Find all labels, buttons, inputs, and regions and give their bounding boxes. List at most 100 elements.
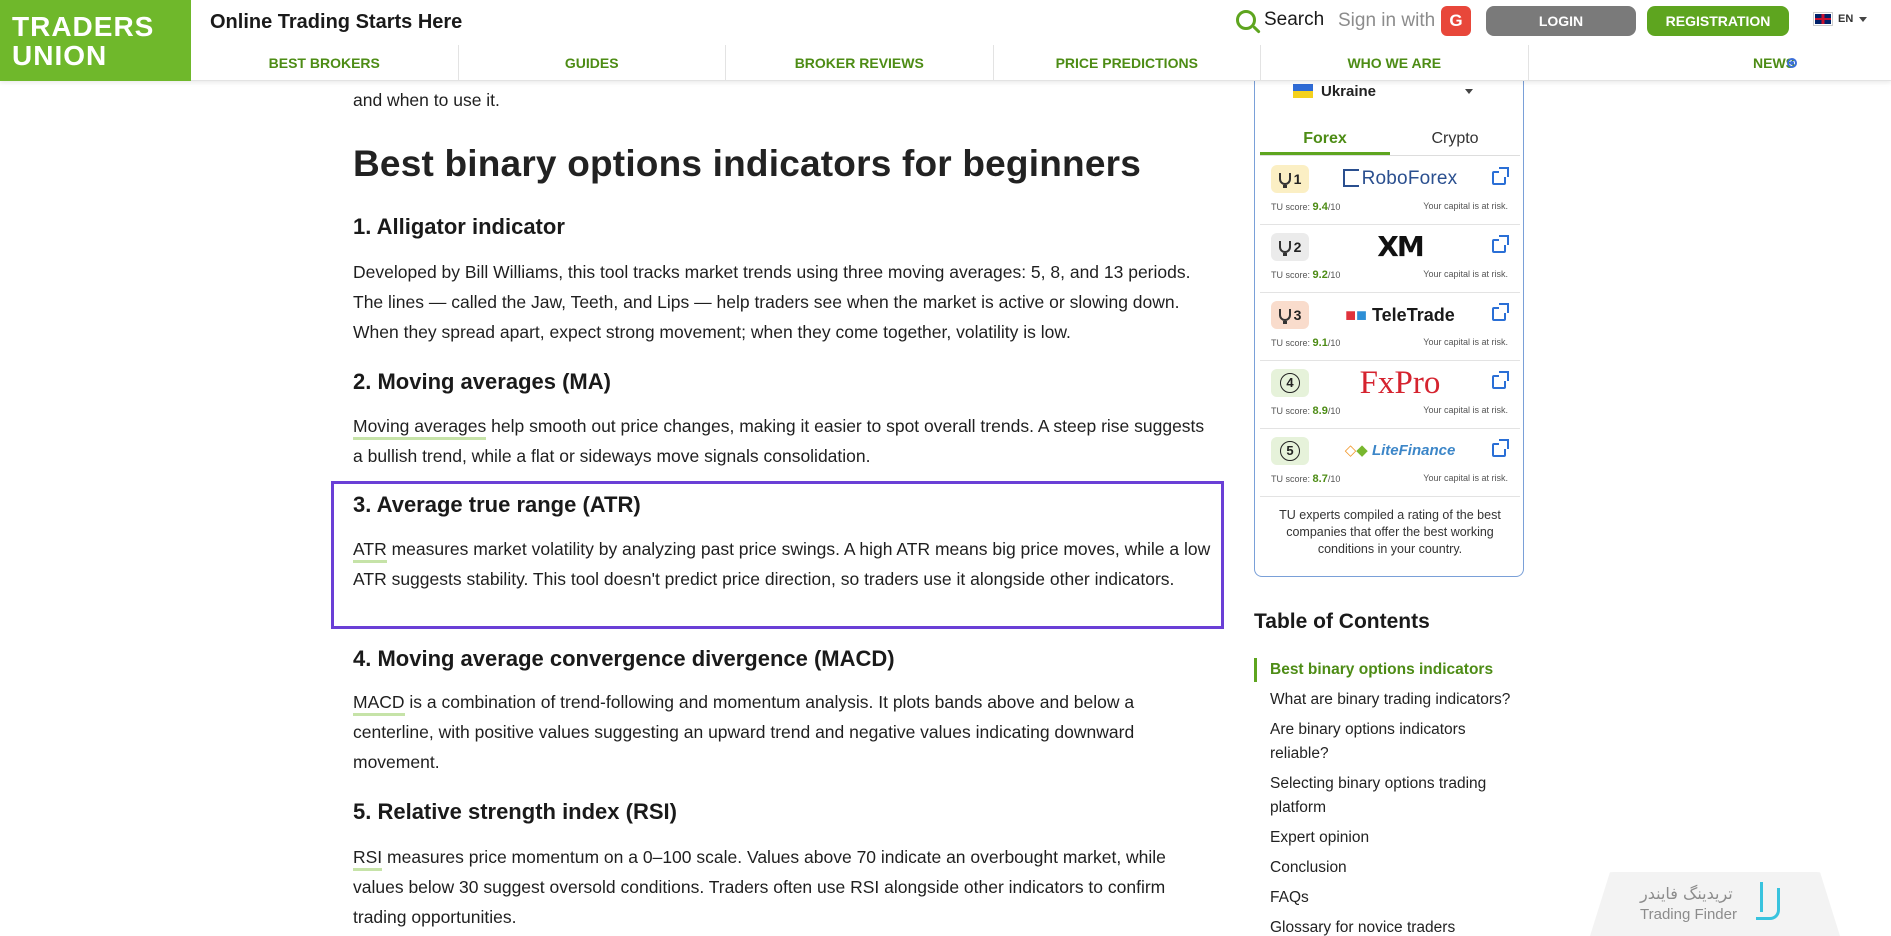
tu-score-label: TU score: [1271,270,1311,280]
rank-number: 2 [1293,239,1302,255]
teletrade-mark-icon: ■ [1345,305,1357,325]
country-name: Ukraine [1321,82,1377,100]
toc-item[interactable]: Selecting binary options trading platfor… [1254,772,1524,820]
tu-score-suffix: /10 [1327,338,1341,348]
subheading-alligator: 1. Alligator indicator [353,214,565,239]
traders-union-logo[interactable]: TRADERS UNION [0,0,191,81]
tu-score-label: TU score: [1271,202,1311,212]
paragraph-alligator: Developed by Bill Williams, this tool tr… [353,262,1191,342]
tab-forex[interactable]: Forex [1260,126,1390,155]
subheading-moving-averages: 2. Moving averages (MA) [353,369,611,394]
watermark-background [1590,872,1840,936]
subheading-macd: 4. Moving average convergence divergence… [353,646,895,671]
ukraine-flag-icon [1293,84,1313,98]
subheading-atr: 3. Average true range (ATR) [353,492,641,517]
toc-item[interactable]: Best binary options indicators [1254,658,1524,682]
rank-number: 1 [1293,171,1302,187]
rank-badge: 4 [1271,369,1309,397]
broker-row[interactable]: 2 XM TU score: 9.2/10 Your capital is at… [1260,225,1520,293]
teletrade-logo: ■■ TeleTrade [1330,299,1470,331]
trophy-icon [1278,241,1291,256]
rsi-link[interactable]: RSI [353,847,383,871]
section-heading: Best binary options indicators for begin… [353,143,1141,184]
toc-item[interactable]: Are binary options indicators reliable? [1254,718,1524,766]
macd-link[interactable]: MACD [353,692,405,716]
external-link-icon[interactable] [1492,371,1509,389]
broker-name: RoboForex [1361,168,1458,189]
nav-price-predictions[interactable]: PRICE PREDICTIONS [994,45,1261,81]
uk-flag-icon [1813,12,1833,26]
widget-note: TU experts compiled a rating of the best… [1279,508,1501,556]
toc-item[interactable]: FAQs [1254,886,1524,910]
fxpro-logo: FxPro [1330,365,1470,401]
moving-averages-link[interactable]: Moving averages [353,416,487,440]
broker-row[interactable]: 5 ◇◆ LiteFinance TU score: 8.7/10 Your c… [1260,429,1520,497]
tu-score-label: TU score: [1271,406,1311,416]
tu-score: TU score: 9.4/10 [1271,201,1340,213]
watermark-text-fa: تریدینگ فایندر [1640,884,1733,903]
language-code: EN [1838,13,1854,25]
toc-title: Table of Contents [1254,610,1430,633]
risk-warning: Your capital is at risk. [1423,473,1508,483]
toc-item[interactable]: What are binary trading indicators? [1254,688,1524,712]
paragraph-macd-text: is a combination of trend-following and … [353,692,1135,772]
teletrade-mark-icon: ■ [1356,305,1367,325]
market-tabs: Forex Crypto [1260,126,1520,156]
risk-warning: Your capital is at risk. [1423,269,1508,279]
rank-badge: 5 [1271,437,1309,465]
tu-score-label: TU score: [1271,474,1311,484]
table-of-contents: Best binary options indicators What are … [1254,658,1524,936]
subheading-rsi: 5. Relative strength index (RSI) [353,799,677,824]
paragraph-moving-averages: Moving averages help smooth out price ch… [353,411,1213,471]
tu-score-suffix: /10 [1327,270,1341,280]
broker-name: FxPro [1359,365,1441,401]
chevron-down-icon [1859,16,1868,22]
login-button[interactable]: LOGIN [1486,6,1636,36]
nav-guides[interactable]: GUIDES [459,45,726,81]
external-link-icon[interactable] [1492,167,1509,185]
language-selector[interactable]: EN [1813,12,1868,26]
nav-who-we-are[interactable]: WHO WE ARE [1261,45,1529,81]
google-signin-button[interactable]: G [1441,6,1471,36]
rank-badge: 1 [1271,165,1309,193]
external-link-icon[interactable] [1492,235,1509,253]
external-link-icon[interactable] [1492,439,1509,457]
external-link-icon[interactable] [1492,303,1509,321]
tu-score-value: 8.7 [1312,473,1328,485]
risk-warning: Your capital is at risk. [1423,337,1508,347]
tu-score-label: TU score: [1271,338,1311,348]
tu-score: TU score: 9.2/10 [1271,269,1340,281]
broker-name: XM [1377,230,1424,263]
nav-best-brokers[interactable]: BEST BROKERS [191,45,459,81]
search-icon [1236,10,1256,30]
logo-line-2: UNION [12,40,108,71]
trading-finder-logo-icon [1756,882,1780,920]
tu-score-suffix: /10 [1327,202,1341,212]
search-button[interactable]: Search [1236,9,1324,31]
chevron-down-icon [1465,89,1473,94]
risk-warning: Your capital is at risk. [1423,201,1508,211]
atr-link[interactable]: ATR [353,539,387,563]
toc-item[interactable]: Conclusion [1254,856,1524,880]
broadcast-icon [1787,58,1797,68]
broker-row[interactable]: 4 FxPro TU score: 8.9/10 Your capital is… [1260,361,1520,429]
signin-label: Sign in with [1338,10,1436,31]
nav-broker-reviews[interactable]: BROKER REVIEWS [726,45,994,81]
rank-number: 3 [1293,307,1302,323]
broker-row[interactable]: 3 ■■ TeleTrade TU score: 9.1/10 Your cap… [1260,293,1520,361]
nav-news[interactable]: NEWS [1529,45,1891,81]
registration-button[interactable]: REGISTRATION [1647,6,1789,36]
site-tagline: Online Trading Starts Here [210,11,463,33]
paragraph-atr: ATR measures market volatility by analyz… [353,534,1213,594]
tu-score-value: 9.1 [1312,337,1328,349]
toc-item[interactable]: Glossary for novice traders [1254,916,1524,936]
broker-name: TeleTrade [1372,305,1455,325]
tu-score-value: 8.9 [1312,405,1328,417]
risk-warning: Your capital is at risk. [1423,405,1508,415]
trophy-icon [1278,309,1291,324]
trophy-icon [1278,173,1291,188]
xm-logo: XM [1330,231,1470,263]
toc-item[interactable]: Expert opinion [1254,826,1524,850]
broker-row[interactable]: 1 RoboForex TU score: 9.4/10 Your capita… [1260,157,1520,225]
tab-crypto[interactable]: Crypto [1390,126,1520,155]
